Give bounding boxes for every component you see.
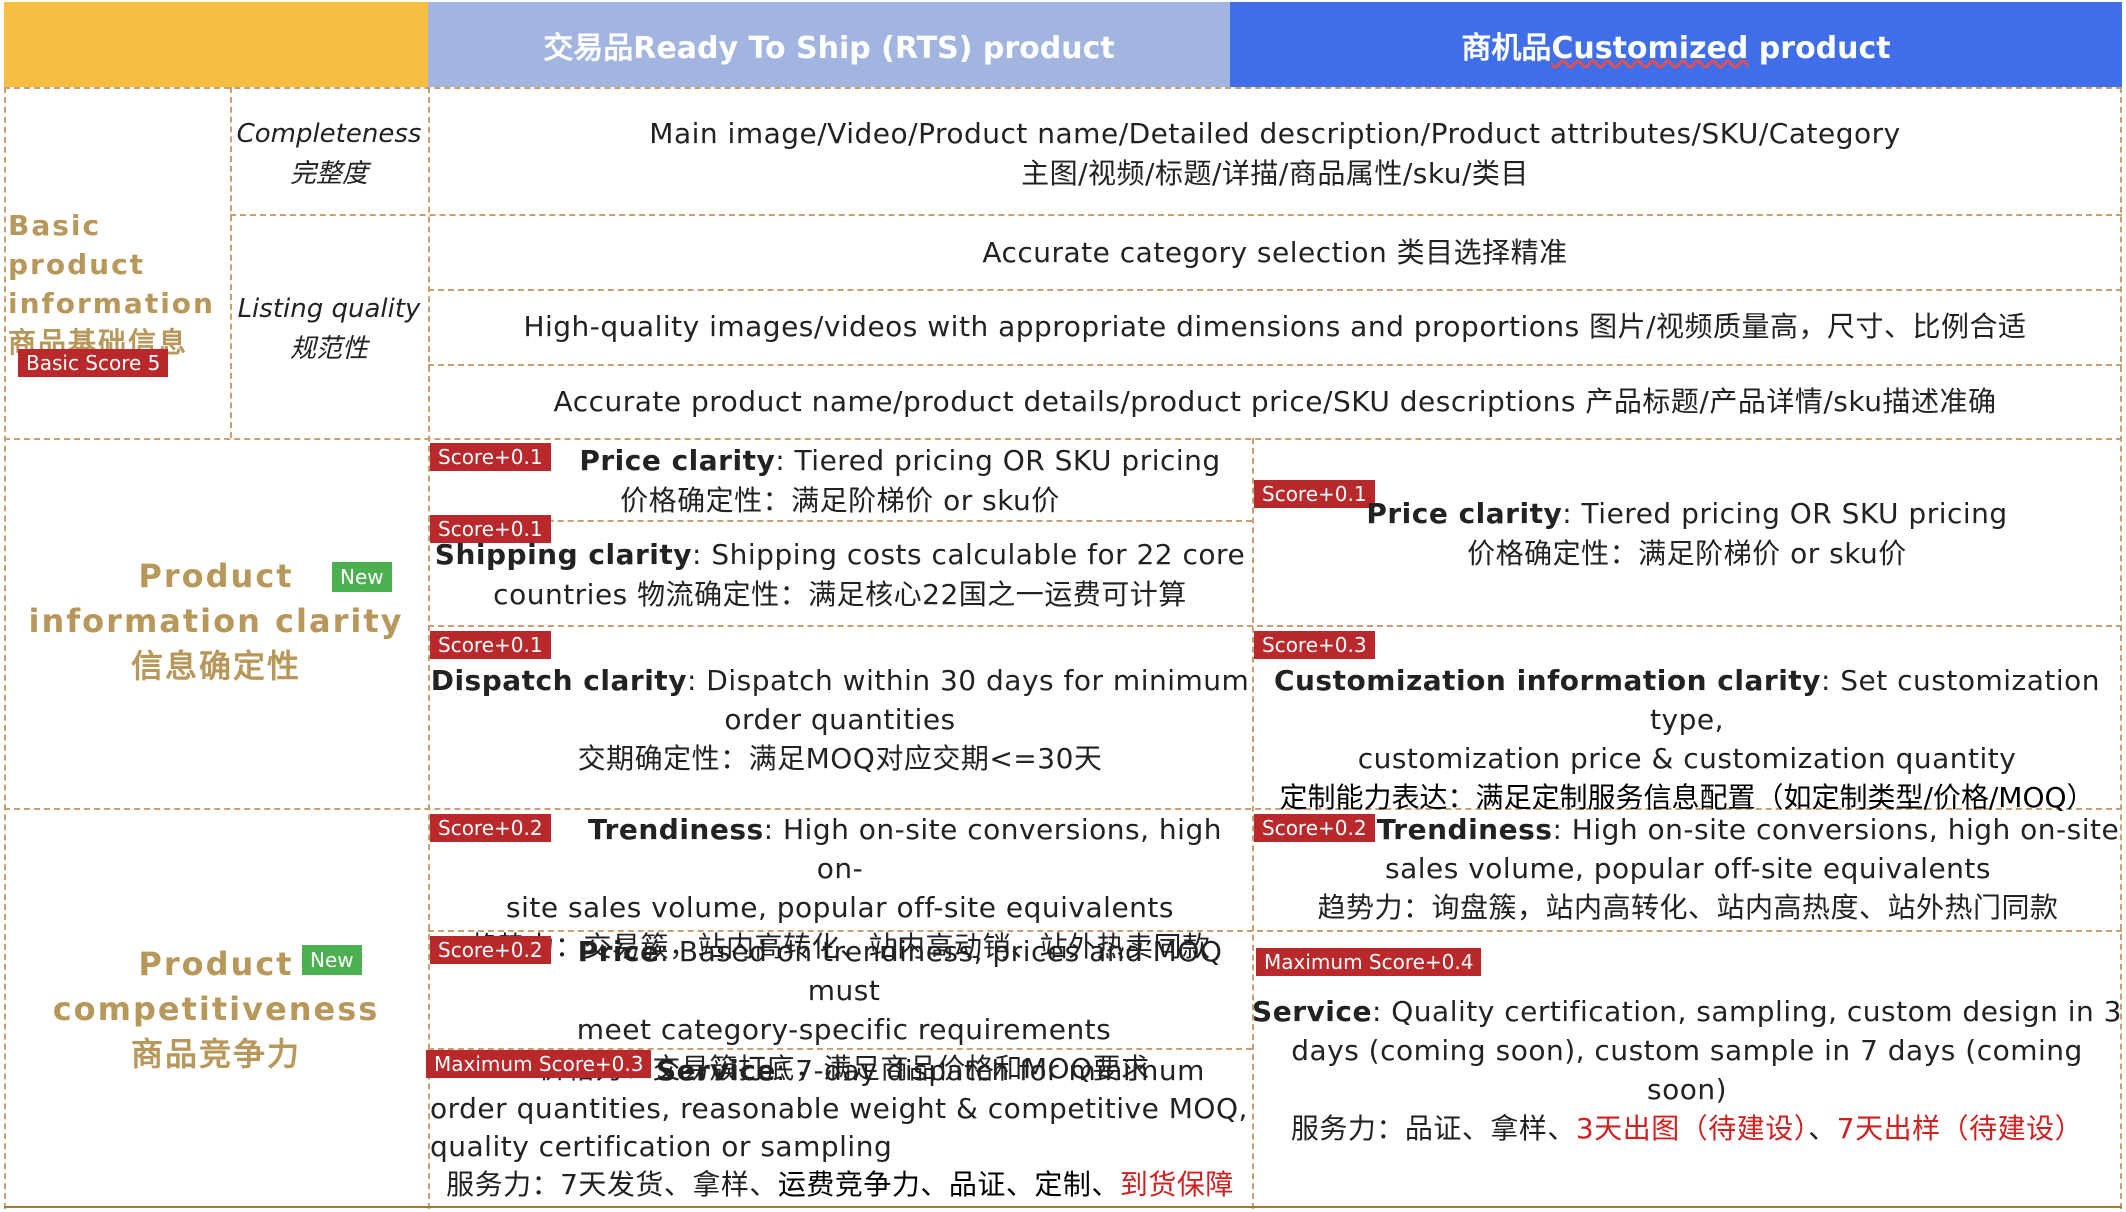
- rts-service: Service: 7-day dispatch for minimum orde…: [430, 1054, 1248, 1201]
- cus-price-clarity: Price clarity: Tiered pricing OR SKU pri…: [1366, 497, 2008, 570]
- cus-service-score-badge: Maximum Score+0.4: [1256, 948, 1482, 976]
- competitiveness-title-cn: 商品竞争力: [130, 1035, 301, 1073]
- header-customized-label: 商机品Customized product: [1461, 30, 1891, 66]
- completeness-text: Main image/Video/Product name/Detailed d…: [649, 117, 1901, 190]
- cus-service: Service: Quality certification, sampling…: [1252, 995, 2122, 1145]
- rts-price-clarity: Price clarity: Tiered pricing OR SKU pri…: [579, 444, 1221, 517]
- rts-dispatch-clarity-score-badge: Score+0.1: [430, 631, 551, 659]
- listing-row-images: High-quality images/videos with appropri…: [523, 310, 2027, 343]
- cus-trendiness: Trendiness: High on-site conversions, hi…: [1317, 813, 2120, 924]
- basic-score-badge: Basic Score 5: [18, 349, 169, 377]
- competitiveness-title-line2: competitiveness: [52, 990, 380, 1028]
- basic-title-line2: information: [8, 287, 215, 320]
- cus-custom-clarity: Customization information clarity: Set c…: [1273, 664, 2101, 814]
- header-corner: [4, 2, 428, 87]
- competitiveness-new-badge: New: [302, 945, 362, 975]
- rts-dispatch-clarity: Dispatch clarity: Dispatch within 30 day…: [430, 664, 1250, 775]
- competitiveness-title-line1: Product: [138, 945, 294, 983]
- clarity-new-badge: New: [332, 562, 392, 592]
- clarity-title-cn: 信息确定性: [130, 647, 301, 685]
- completeness-label: Completeness 完整度: [236, 119, 422, 189]
- cus-custom-clarity-score-badge: Score+0.3: [1254, 631, 1375, 659]
- listing-row-category: Accurate category selection 类目选择精准: [982, 236, 1568, 269]
- competitiveness-section-title: Product competitiveness 商品竞争力: [4, 942, 428, 1077]
- listing-quality-label: Listing quality 规范性: [237, 294, 421, 364]
- clarity-title-line2: information clarity: [28, 602, 404, 640]
- basic-title-line1: Basic product: [8, 209, 146, 281]
- rts-shipping-clarity: Shipping clarity: Shipping costs calcula…: [434, 538, 1246, 611]
- header-rts-label: 交易品Ready To Ship (RTS) product: [543, 30, 1115, 66]
- basic-section-title: Basic product information 商品基础信息: [8, 206, 230, 362]
- header-rts: 交易品Ready To Ship (RTS) product: [428, 2, 1230, 87]
- listing-row-descriptions: Accurate product name/product details/pr…: [553, 385, 1997, 418]
- header-customized: 商机品Customized product: [1230, 2, 2122, 87]
